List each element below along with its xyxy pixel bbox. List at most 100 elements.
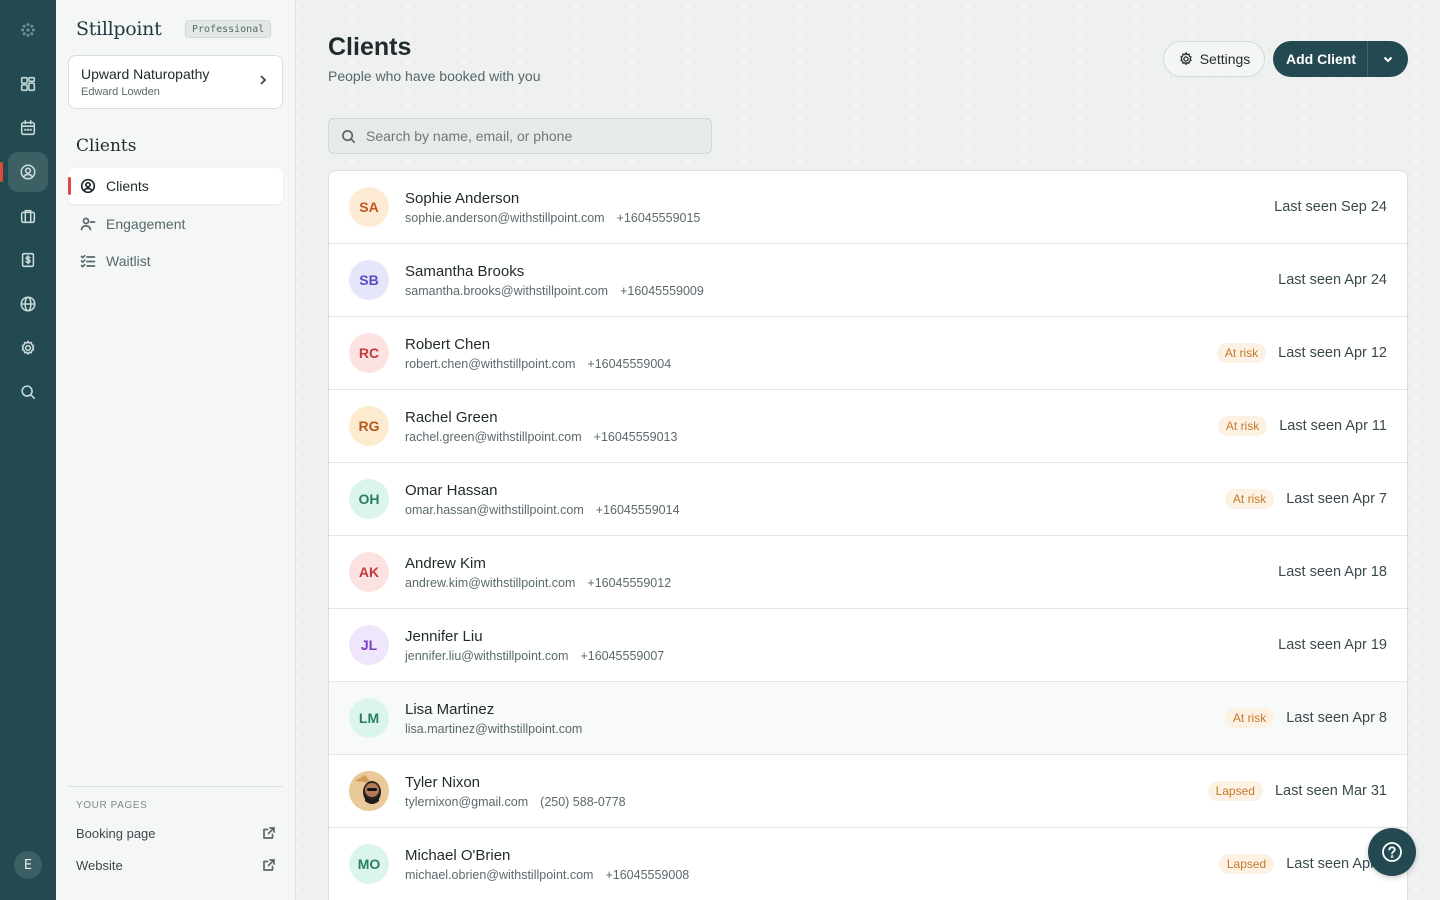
client-avatar: LM [349,698,389,738]
status-badge: At risk [1224,708,1275,728]
client-row[interactable]: SB Samantha Brooks samantha.brooks@withs… [329,244,1407,317]
client-row[interactable]: JL Jennifer Liu jennifer.liu@withstillpo… [329,609,1407,682]
client-phone: +16045559012 [587,576,672,590]
client-name: Tyler Nixon [405,774,481,791]
page-link-label: Website [76,857,123,873]
logo-icon[interactable] [8,10,48,50]
client-name: Sophie Anderson [405,190,520,207]
last-seen: Last seen Apr 19 [1278,637,1387,653]
add-client-button[interactable]: Add Client [1273,41,1408,77]
client-email: rachel.green@withstillpoint.com [405,430,582,444]
client-contact: andrew.kim@withstillpoint.com +1604555901… [405,576,671,590]
client-avatar: OH [349,479,389,519]
page-link-label: Booking page [76,825,156,841]
booking-page-link[interactable]: Booking page [76,823,276,843]
search-icon[interactable] [8,372,48,412]
client-row[interactable]: AK Andrew Kim andrew.kim@withstillpoint.… [329,536,1407,609]
brand-logo[interactable]: Stillpoint [76,18,162,40]
settings-button[interactable]: Settings [1163,41,1265,77]
client-row[interactable]: RC Robert Chen robert.chen@withstillpoin… [329,317,1407,390]
list-check-icon [80,253,96,269]
client-phone: +16045559013 [593,430,678,444]
help-icon [1382,842,1402,862]
gear-icon [1179,51,1192,66]
last-seen: Last seen Apr 18 [1278,564,1387,580]
plan-badge: Professional [185,20,272,38]
last-seen: Last seen Apr 8 [1286,710,1387,726]
status-badge: At risk [1217,416,1268,436]
client-name: Michael O'Brien [405,847,511,864]
last-seen: Last seen Apr 12 [1278,345,1387,361]
client-contact: jennifer.liu@withstillpoint.com +16045559… [405,649,664,663]
client-contact: robert.chen@withstillpoint.com +160455590… [405,357,671,371]
dashboard-icon[interactable] [8,64,48,104]
client-meta: Last seen Apr 19 [1278,609,1387,681]
clients-icon[interactable] [0,152,48,192]
client-phone: (250) 588-0778 [540,795,626,809]
briefcase-icon[interactable] [8,196,48,236]
client-avatar: SB [349,260,389,300]
client-meta: At risk Last seen Apr 8 [1224,682,1387,754]
client-name: Samantha Brooks [405,263,525,280]
last-seen: Last seen Apr 24 [1278,272,1387,288]
add-client-label: Add Client [1286,51,1356,67]
sidebar-item-clients[interactable]: Clients [68,168,283,204]
search-field[interactable] [328,118,712,154]
client-email: robert.chen@withstillpoint.com [405,357,576,371]
client-avatar: RC [349,333,389,373]
calendar-icon[interactable] [8,108,48,148]
globe-icon[interactable] [8,284,48,324]
client-email: lisa.martinez@withstillpoint.com [405,722,583,736]
client-name: Jennifer Liu [405,628,483,645]
gear-icon[interactable] [8,328,48,368]
client-email: tylernixon@gmail.com [405,795,529,809]
last-seen: Last seen Mar 31 [1274,783,1387,799]
client-list: SA Sophie Anderson sophie.anderson@withs… [328,170,1408,900]
sidebar: Stillpoint Professional Upward Naturopat… [56,0,296,900]
website-link[interactable]: Website [76,855,276,875]
client-name: Omar Hassan [405,482,498,499]
client-phone: +16045559009 [620,284,704,298]
practice-owner: Edward Lowden [81,86,160,98]
client-row[interactable]: SA Sophie Anderson sophie.anderson@withs… [329,171,1407,244]
client-contact: michael.obrien@withstillpoint.com +160455… [405,868,689,882]
client-row[interactable]: OH Omar Hassan omar.hassan@withstillpoin… [329,463,1407,536]
client-meta: Lapsed Last seen Apr 5 [1218,828,1387,900]
client-meta: Last seen Sep 24 [1274,171,1387,243]
settings-label: Settings [1199,51,1251,67]
client-phone: +16045559008 [605,868,690,882]
page-subtitle: People who have booked with you [328,68,541,84]
client-meta: At risk Last seen Apr 12 [1216,317,1387,389]
status-badge: Lapsed [1218,854,1275,874]
invoice-icon[interactable] [8,240,48,280]
chevron-right-icon [256,73,270,87]
client-name: Rachel Green [405,409,498,426]
client-row[interactable]: RG Rachel Green rachel.green@withstillpo… [329,390,1407,463]
user-avatar[interactable]: E [14,851,42,879]
search-input[interactable] [366,128,696,144]
client-phone: +16045559004 [587,357,672,371]
client-email: sophie.anderson@withstillpoint.com [405,211,605,225]
client-row[interactable]: Tyler Nixon tylernixon@gmail.com (250) 58… [329,755,1407,828]
sidebar-item-label: Clients [106,178,149,194]
client-row[interactable]: MO Michael O'Brien michael.obrien@withst… [329,828,1407,900]
client-contact: tylernixon@gmail.com (250) 588-0778 [405,795,626,809]
client-email: michael.obrien@withstillpoint.com [405,868,594,882]
sidebar-item-waitlist[interactable]: Waitlist [68,243,283,279]
client-photo [349,771,389,811]
chevron-down-icon[interactable] [1382,53,1394,65]
client-contact: lisa.martinez@withstillpoint.com [405,722,582,736]
sidebar-item-engagement[interactable]: Engagement [68,206,283,242]
status-badge: Lapsed [1207,781,1263,801]
user-circle-icon [80,178,96,194]
icon-rail: E [0,0,56,900]
client-avatar: SA [349,187,389,227]
last-seen: Last seen Sep 24 [1274,199,1387,215]
client-meta: At risk Last seen Apr 11 [1217,390,1387,462]
client-row[interactable]: LM Lisa Martinez lisa.martinez@withstill… [329,682,1407,755]
external-link-icon [263,859,275,871]
help-button[interactable] [1368,828,1416,876]
client-meta: Lapsed Last seen Mar 31 [1207,755,1387,827]
status-badge: At risk [1216,343,1267,363]
practice-switcher[interactable]: Upward Naturopathy Edward Lowden [68,55,283,109]
